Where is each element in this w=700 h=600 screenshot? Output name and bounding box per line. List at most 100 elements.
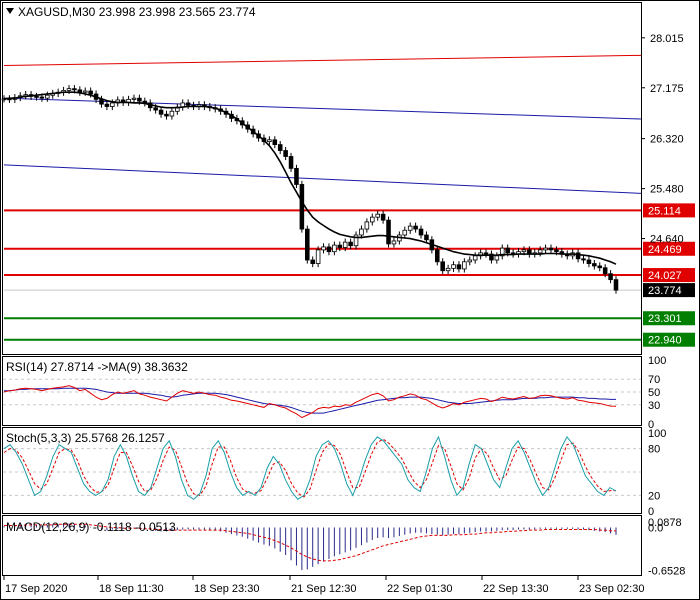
rsi-axis-label: 50 [648,387,660,399]
price-axis-label: 24.640 [650,234,684,246]
candle-bullish [462,261,467,270]
candle-bearish [153,107,158,111]
price-axis-label: 25.480 [650,184,684,196]
time-axis-label: 21 Sep 12:30 [291,583,356,595]
candle-bearish [72,88,77,91]
candle-bearish [602,267,608,275]
candle-bearish [88,90,93,95]
candle-bearish [440,261,445,272]
trading-chart[interactable]: 25.11424.46924.02723.30122.94023.77428.0… [0,0,700,600]
level-price-label: 25.114 [648,205,681,217]
candle-bearish [413,225,418,230]
candle-bullish [537,249,543,254]
candle-bullish [451,264,456,269]
candle-bullish [359,228,364,236]
candle-bearish [137,97,142,102]
candle-bullish [521,249,527,253]
level-price-label: 22.940 [648,335,682,347]
level-price-label: 24.027 [648,270,682,282]
candle-bearish [483,252,489,255]
current-price-label: 23.774 [648,285,682,297]
candle-bearish [305,228,310,261]
rsi-label: RSI(14) 27.8714 ->MA(9) 38.3632 [6,360,188,374]
time-axis-label: 22 Sep 13:30 [483,583,548,595]
macd-axis-label: 0.0 [648,523,663,535]
time-axis-label: 18 Sep 23:30 [194,583,259,595]
candle-bullish [332,244,337,253]
candle-bearish [34,96,39,98]
stoch-label: Stoch(5,3,3) 25.5768 26.1257 [6,431,165,445]
candle-bearish [597,265,603,269]
candle-bearish [283,150,288,157]
price-axis-label: 26.320 [650,134,684,146]
candle-bearish [299,184,305,230]
candle-bullish [131,97,137,100]
candle-bullish [315,249,321,264]
candle-bullish [342,241,348,248]
candle-bearish [164,113,169,117]
candle-bullish [391,240,397,245]
time-axis-label: 22 Sep 01:30 [387,583,452,595]
macd-label: MACD(12,26,9) -0.1118 -0.0513 [6,520,176,534]
rsi-axis-label: 30 [648,400,660,412]
candle-bearish [581,258,586,261]
candle-bullish [472,255,478,261]
candle-bullish [66,88,72,91]
rsi-axis-label: 70 [648,374,660,386]
candle-bullish [110,102,115,107]
candle-bullish [543,247,548,251]
rsi-axis-label: 100 [648,355,666,367]
candle-bearish [586,259,592,264]
candle-bullish [494,255,500,261]
candle-bearish [592,263,597,267]
candle-bearish [99,98,104,105]
candle-bearish [185,102,191,106]
candle-bearish [608,273,613,281]
candle-bearish [310,259,315,264]
time-axis-label: 23 Sep 02:30 [579,583,644,595]
candle-bearish [548,247,554,251]
candle-bearish [337,244,343,248]
candle-bullish [370,216,375,223]
candle-bearish [294,167,299,185]
candle-bearish [158,109,164,115]
candle-bearish [418,228,424,236]
candle-bullish [375,213,380,218]
level-price-label: 23.301 [648,313,682,325]
candle-bullish [445,267,451,272]
time-axis-label: 18 Sep 11:30 [99,583,164,595]
symbol-header: XAGUSD,M30 23.998 23.998 23.565 23.774 [18,5,256,19]
stoch-axis-label: 80 [648,444,660,456]
candle-bearish [104,103,110,107]
stoch-axis-label: 20 [648,490,660,502]
candle-bearish [277,144,283,151]
candle-bearish [288,156,294,169]
time-axis-label: 17 Sep 2020 [5,583,67,595]
stoch-axis-label: 100 [648,428,666,440]
candle-bearish [554,249,559,253]
candle-bullish [364,221,370,230]
main-panel[interactable] [2,2,642,355]
candle-bearish [326,246,332,253]
candle-bullish [45,94,50,99]
price-axis-label: 28.015 [650,33,684,45]
candle-bearish [39,96,45,99]
candle-bullish [321,246,326,251]
candle-bearish [348,241,353,247]
macd-axis-label: -0.6528 [648,565,685,577]
candle-bearish [272,139,278,145]
candle-bearish [380,213,386,221]
candle-bearish [456,264,462,270]
candle-bearish [505,247,510,254]
candle-bullish [169,110,175,117]
price-axis-label: 27.175 [650,83,684,95]
candle-bearish [386,219,391,245]
candle-bullish [407,225,413,231]
candle-bullish [467,259,473,263]
candle-bearish [424,234,429,241]
candle-bullish [402,229,408,236]
candle-bearish [613,279,619,291]
candle-bullish [267,139,272,143]
candle-bearish [434,249,440,263]
candle-bullish [82,90,88,93]
